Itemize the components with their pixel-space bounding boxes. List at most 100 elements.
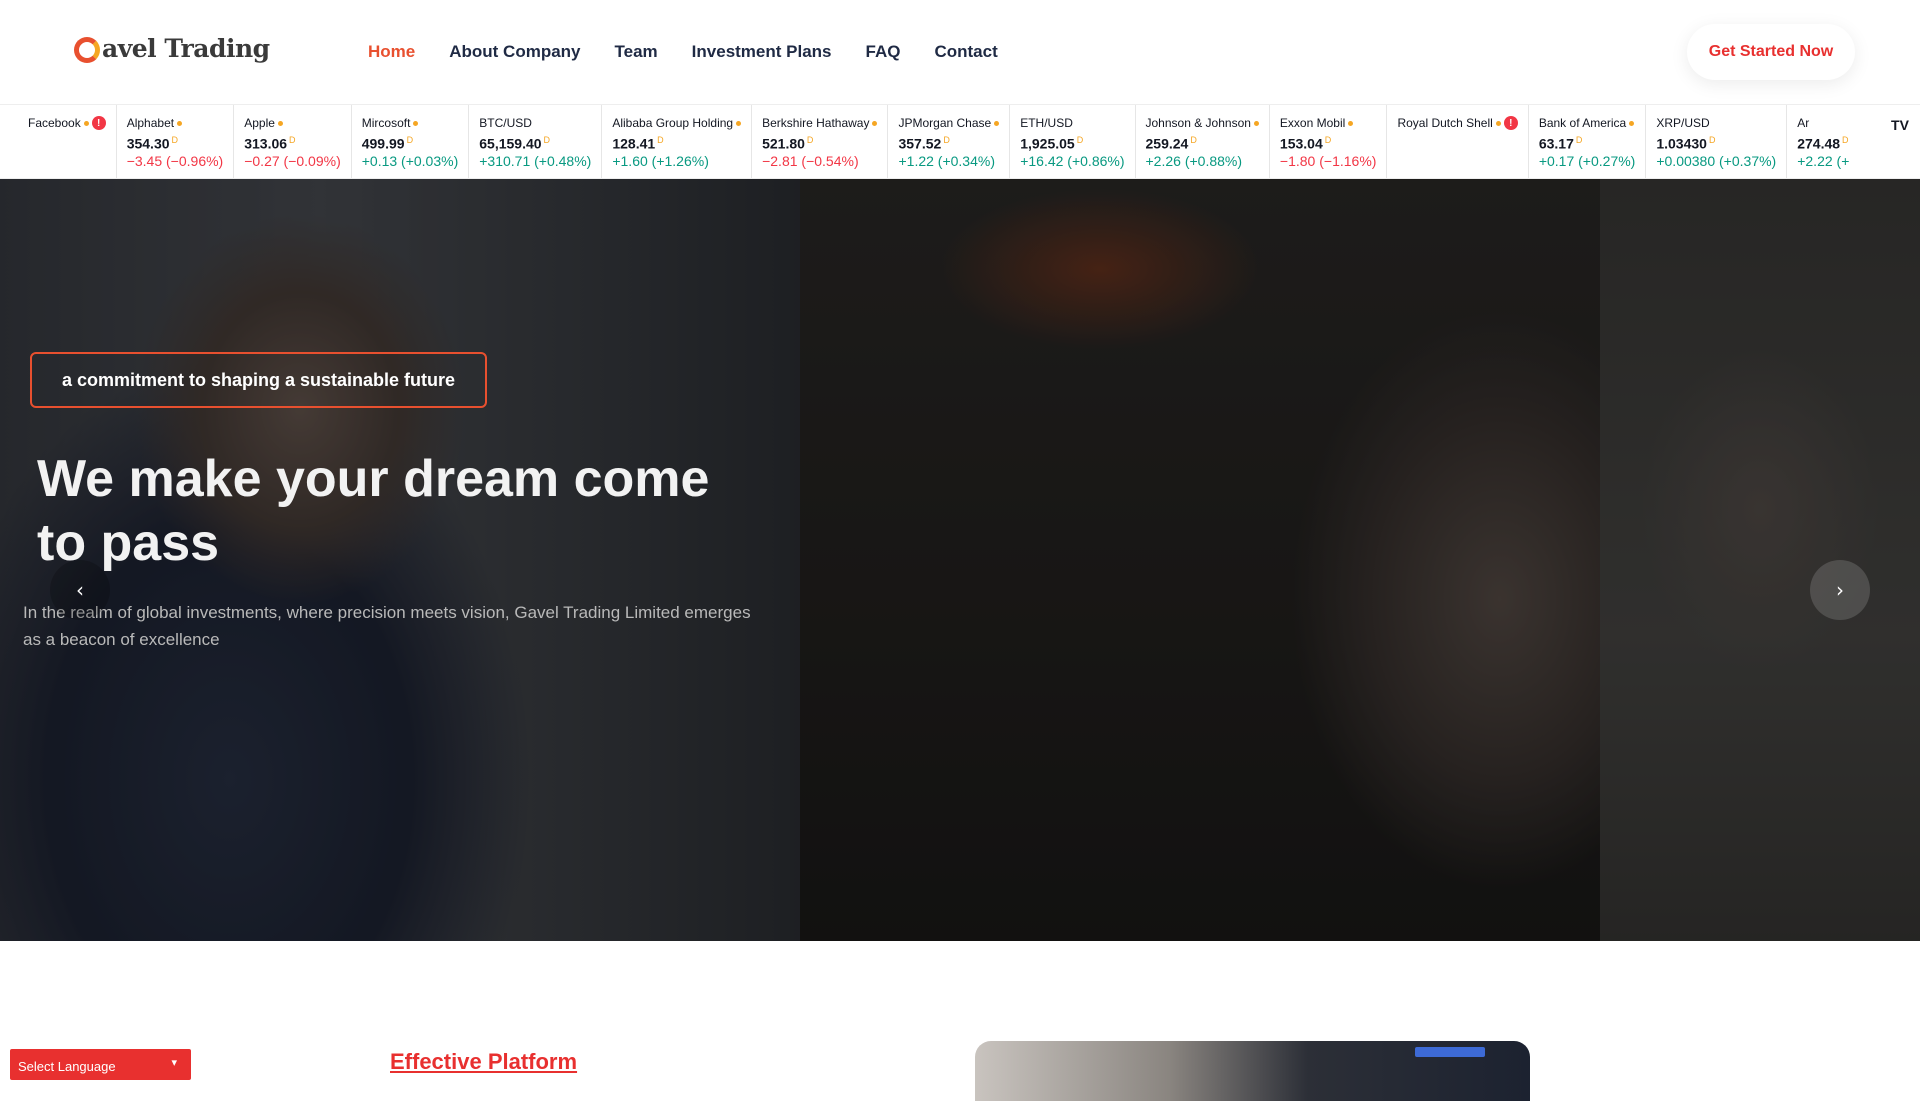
ticker-change: −1.80 (−1.16%) — [1279, 152, 1377, 169]
ticker-tape: Facebook! Alphabet 354.30 D −3.45 (−0.96%) Ap… — [0, 104, 1920, 179]
ticker-price-value: 354.30 — [126, 135, 170, 152]
ticker-symbol-label: Johnson & Johnson — [1145, 116, 1251, 130]
language-select[interactable]: Select Language ▾ — [10, 1049, 191, 1080]
ticker-item[interactable]: ETH/USD 1,925.05 D +16.42 (+0.86%) — [1009, 105, 1134, 178]
ticker-symbol: Berkshire Hathaway — [762, 116, 878, 130]
ticker-item[interactable]: BTC/USD 65,159.40 D +310.71 (+0.48%) — [468, 105, 601, 178]
ticker-item[interactable]: Facebook! — [18, 105, 116, 178]
ticker-symbol-label: Facebook — [28, 116, 81, 130]
ticker-symbol-label: Alphabet — [126, 116, 175, 130]
ticker-track: Facebook! Alphabet 354.30 D −3.45 (−0.96%) Ap… — [18, 105, 1859, 178]
ticker-item[interactable]: Royal Dutch Shell! — [1386, 105, 1527, 178]
logo-text: avel Trading — [102, 34, 270, 63]
ticker-symbol: ETH/USD — [1020, 116, 1124, 130]
ticker-item[interactable]: Alibaba Group Holding 128.41 D +1.60 (+1.26… — [601, 105, 751, 178]
ticker-price-value: 65,159.40 — [479, 135, 542, 152]
ticker-item[interactable]: Exxon Mobil 153.04 D −1.80 (−1.16%) — [1268, 105, 1387, 178]
hero-tagline: a commitment to shaping a sustainable fu… — [30, 352, 487, 408]
delayed-badge: D — [406, 135, 414, 145]
ticker-price: 354.30 D — [127, 135, 224, 152]
delayed-dot-icon — [83, 120, 89, 126]
chevron-left-icon: ‹ — [76, 578, 84, 602]
ticker-symbol-label: XRP/USD — [1656, 116, 1710, 130]
ticker-symbol: Alibaba Group Holding — [612, 116, 742, 130]
nav-home[interactable]: Home — [368, 42, 415, 62]
nav-investment-plans[interactable]: Investment Plans — [692, 42, 832, 62]
get-started-button[interactable]: Get Started Now — [1687, 24, 1855, 80]
nav-faq[interactable]: FAQ — [866, 42, 901, 62]
ticker-change: +0.13 (+0.03%) — [361, 152, 459, 169]
main-nav: Home About Company Team Investment Plans… — [368, 42, 998, 62]
ticker-symbol: Facebook! — [28, 116, 106, 130]
ticker-change: +1.22 (+0.34%) — [898, 152, 995, 169]
screen-highlight — [1415, 1047, 1485, 1057]
ticker-item[interactable]: Berkshire Hathaway 521.80 D −2.81 (−0.54%) — [751, 105, 887, 178]
ticker-symbol: Royal Dutch Shell! — [1397, 116, 1518, 130]
delayed-dot-icon — [413, 120, 419, 126]
ticker-symbol-label: Mircosoft — [361, 116, 411, 130]
ticker-price: 65,159.40 D — [479, 135, 591, 152]
ticker-symbol: Bank of America — [1539, 116, 1636, 130]
platform-image — [975, 1041, 1530, 1101]
ticker-price-value: 274.48 — [1797, 135, 1841, 152]
ticker-item[interactable]: Alphabet 354.30 D −3.45 (−0.96%) — [115, 105, 234, 178]
delayed-badge: D — [171, 135, 179, 145]
ticker-change: +0.17 (+0.27%) — [1538, 152, 1636, 169]
tradingview-logo-icon[interactable]: TV — [1880, 105, 1920, 178]
ticker-symbol: JPMorgan Chase — [898, 116, 1000, 130]
nav-team[interactable]: Team — [615, 42, 658, 62]
ticker-change: +0.00380 (+0.37%) — [1656, 152, 1777, 169]
slider-next-button[interactable]: › — [1810, 560, 1870, 620]
delayed-badge: D — [1575, 135, 1583, 145]
ticker-price: 499.99 D — [362, 135, 459, 152]
ticker-price-value: 63.17 — [1538, 135, 1574, 152]
ticker-change: −0.27 (−0.09%) — [244, 152, 341, 169]
ticker-item[interactable]: Johnson & Johnson 259.24 D +2.26 (+0.88%) — [1134, 105, 1269, 178]
ticker-price: 274.48 D — [1797, 135, 1849, 152]
ticker-item[interactable]: Ar 274.48 D +2.22 (+ — [1786, 105, 1859, 178]
hero-subtext: In the realm of global investments, wher… — [23, 603, 751, 649]
ticker-price: 1,925.05 D — [1020, 135, 1124, 152]
delayed-dot-icon — [1495, 120, 1501, 126]
ticker-item[interactable]: JPMorgan Chase 357.52 D +1.22 (+0.34%) — [887, 105, 1009, 178]
logo[interactable]: avel Trading — [74, 34, 270, 63]
ticker-symbol: Alphabet — [127, 116, 224, 130]
ticker-price: 259.24 D — [1146, 135, 1259, 152]
ticker-price-value: 499.99 — [361, 135, 405, 152]
ticker-symbol-label: BTC/USD — [479, 116, 532, 130]
nav-about-company[interactable]: About Company — [449, 42, 580, 62]
delayed-dot-icon — [177, 120, 183, 126]
ticker-change: +310.71 (+0.48%) — [479, 152, 592, 169]
ticker-change: +2.26 (+0.88%) — [1145, 152, 1243, 169]
ticker-symbol: XRP/USD — [1656, 116, 1776, 130]
ticker-symbol-label: Royal Dutch Shell — [1397, 116, 1493, 130]
ticker-price-value: 1,925.05 — [1020, 135, 1075, 152]
ticker-symbol: Mircosoft — [362, 116, 459, 130]
ticker-symbol-label: Berkshire Hathaway — [762, 116, 870, 130]
ticker-symbol-label: Bank of America — [1538, 116, 1627, 130]
delayed-dot-icon — [872, 120, 878, 126]
ticker-item[interactable]: Apple 313.06 D −0.27 (−0.09%) — [233, 105, 351, 178]
ticker-item[interactable]: Mircosoft 499.99 D +0.13 (+0.03%) — [350, 105, 469, 178]
ticker-price-value: 521.80 — [762, 135, 805, 152]
ticker-symbol-label: Ar — [1797, 116, 1810, 130]
delayed-dot-icon — [736, 120, 742, 126]
ticker-price-value: 259.24 — [1145, 135, 1189, 152]
ticker-symbol: Johnson & Johnson — [1146, 116, 1259, 130]
nav-contact[interactable]: Contact — [934, 42, 997, 62]
slider-prev-button[interactable]: ‹ — [50, 560, 110, 620]
ticker-price-value: 128.41 — [612, 135, 656, 152]
ticker-price: 313.06 D — [244, 135, 341, 152]
ticker-symbol: Ar — [1797, 116, 1849, 130]
section-heading[interactable]: Effective Platform — [390, 1049, 577, 1075]
ticker-symbol-label: JPMorgan Chase — [898, 116, 992, 130]
chevron-down-icon: ▾ — [171, 1057, 177, 1069]
delayed-dot-icon — [1348, 120, 1354, 126]
delayed-badge: D — [806, 135, 814, 145]
ticker-item[interactable]: XRP/USD 1.03430 D +0.00380 (+0.37%) — [1645, 105, 1786, 178]
ticker-item[interactable]: Bank of America 63.17 D +0.17 (+0.27%) — [1527, 105, 1646, 178]
ticker-price-value: 1.03430 — [1656, 135, 1707, 152]
platform-section: Effective Platform — [0, 941, 1920, 1101]
delayed-badge: D — [657, 135, 664, 145]
ticker-price: 521.80 D — [762, 135, 877, 152]
